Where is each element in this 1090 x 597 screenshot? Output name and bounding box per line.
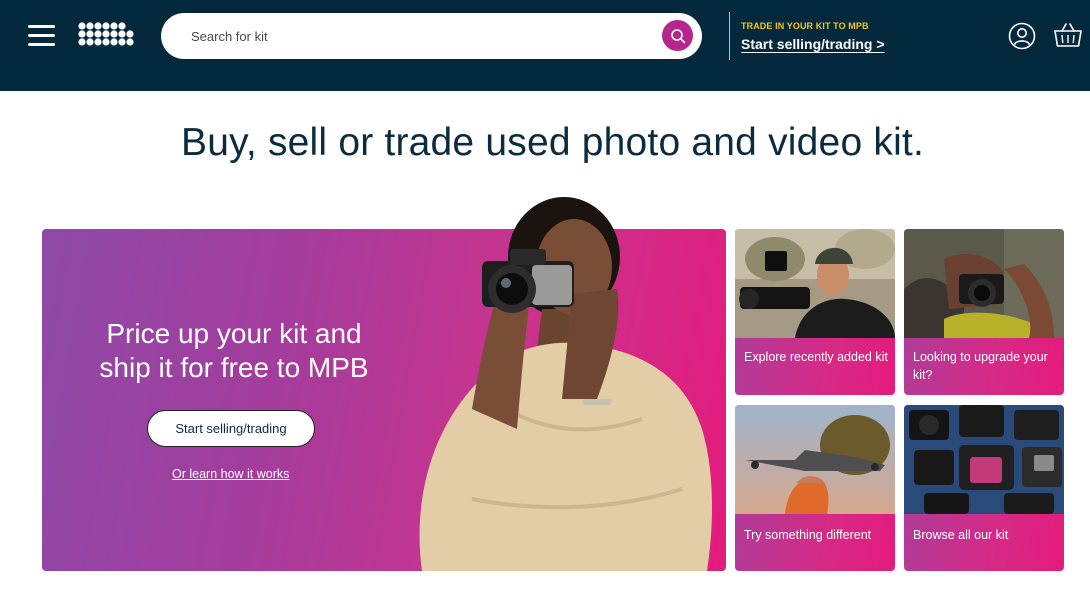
tile-label: Try something different	[744, 528, 872, 542]
tile-recently-added[interactable]: Explore recently added kit	[735, 229, 895, 395]
search-bar	[161, 13, 702, 59]
tile-try-different[interactable]: Try something different	[735, 405, 895, 571]
basket-icon[interactable]	[1053, 21, 1083, 49]
camera-in-hands-image	[904, 229, 1064, 338]
trade-kicker: TRADE IN YOUR KIT TO MPB	[741, 21, 869, 31]
videographer-image	[735, 229, 895, 338]
hero-photographer-image	[419, 197, 712, 571]
mpb-logo-dots-icon[interactable]	[78, 22, 136, 50]
page-headline: Buy, sell or trade used photo and video …	[180, 121, 925, 164]
hamburger-menu-icon[interactable]	[28, 24, 56, 48]
start-selling-button[interactable]: Start selling/trading	[147, 410, 315, 447]
camera-collection-image	[904, 405, 1064, 514]
search-input[interactable]	[191, 13, 651, 59]
search-icon	[670, 28, 685, 43]
header-divider	[729, 12, 730, 60]
hero-title: Price up your kit and ship it for free t…	[99, 318, 369, 383]
tile-upgrade[interactable]: Looking to upgrade your kit?	[904, 229, 1064, 395]
site-header: TRADE IN YOUR KIT TO MPB Start selling/t…	[0, 0, 1090, 91]
tile-label: Explore recently added kit	[744, 350, 888, 364]
drone-image	[735, 405, 895, 514]
hero-banner: Price up your kit and ship it for free t…	[42, 197, 726, 571]
tile-label: Browse all our kit	[913, 528, 1009, 542]
tile-browse-all[interactable]: Browse all our kit	[904, 405, 1064, 571]
tile-label: Looking to upgrade your kit?	[913, 350, 1048, 382]
start-selling-link[interactable]: Start selling/trading >	[741, 36, 885, 52]
search-button[interactable]	[662, 20, 693, 51]
learn-how-it-works-link[interactable]: Or learn how it works	[172, 467, 289, 481]
user-account-icon[interactable]	[1008, 22, 1036, 50]
